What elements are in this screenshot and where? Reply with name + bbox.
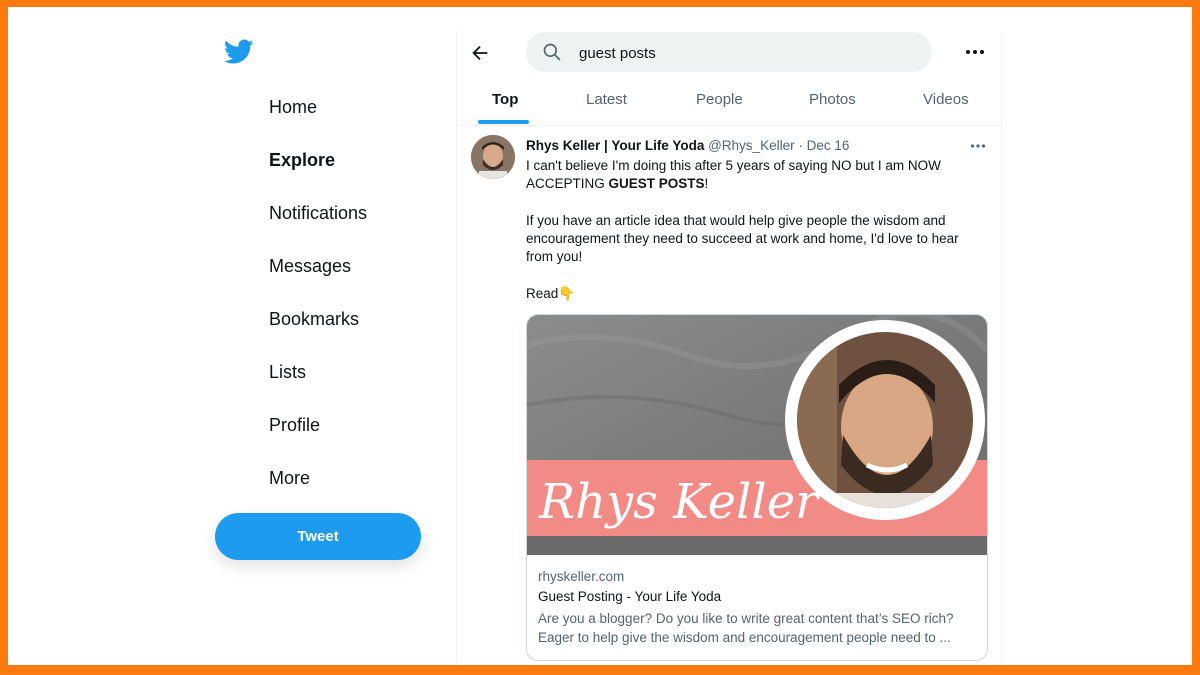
search-icon <box>543 43 561 61</box>
pointing-down-emoji: 👇 <box>558 286 576 302</box>
search-bar[interactable] <box>526 32 932 72</box>
tabs-divider <box>457 125 1001 126</box>
tab-videos[interactable]: Videos <box>923 91 969 108</box>
active-tab-indicator <box>478 120 529 124</box>
tweet-text-line1-end: ! <box>704 176 709 192</box>
tweet-read-label: Read <box>526 286 559 302</box>
tweet-author-name[interactable]: Rhys Keller | Your Life Yoda <box>526 138 704 153</box>
tweet-meta-separator: · <box>794 138 807 153</box>
card-image-signature: Rhys Keller <box>538 474 821 530</box>
link-preview-card[interactable]: Rhys Keller rhyskeller.com Guest Posting… <box>526 314 988 661</box>
tweet-button[interactable]: Tweet <box>215 513 421 560</box>
tweet-read-line: Read👇 <box>526 285 981 303</box>
tweet-body: I can't believe I'm doing this after 5 y… <box>526 157 981 303</box>
nav-notifications[interactable]: Notifications <box>269 203 367 224</box>
tweet-paragraph: I can't believe I'm doing this after 5 y… <box>526 157 981 194</box>
search-input[interactable] <box>577 41 901 65</box>
tab-latest[interactable]: Latest <box>586 91 627 108</box>
nav-profile[interactable]: Profile <box>269 415 320 436</box>
back-arrow-icon[interactable] <box>469 42 491 64</box>
tweet-text-line1: I can't believe I'm doing this after 5 y… <box>526 158 941 192</box>
twitter-bird-icon[interactable] <box>224 39 254 65</box>
avatar[interactable] <box>471 135 515 179</box>
avatar-portrait-image <box>471 135 515 179</box>
tweet-date[interactable]: Dec 16 <box>807 138 850 153</box>
more-options-icon[interactable] <box>965 45 985 59</box>
tweet-header: Rhys Keller | Your Life Yoda @Rhys_Kelle… <box>526 138 849 153</box>
tab-people[interactable]: People <box>696 91 743 108</box>
tweet-more-icon[interactable] <box>970 141 986 151</box>
tab-top[interactable]: Top <box>492 91 518 108</box>
nav-lists[interactable]: Lists <box>269 362 306 383</box>
column-divider <box>1001 31 1002 665</box>
twitter-page: Home Explore Notifications Messages Book… <box>8 7 1192 665</box>
nav-bookmarks[interactable]: Bookmarks <box>269 309 359 330</box>
tab-photos[interactable]: Photos <box>809 91 856 108</box>
card-domain: rhyskeller.com <box>538 569 625 584</box>
nav-home[interactable]: Home <box>269 97 317 118</box>
orange-frame: Home Explore Notifications Messages Book… <box>0 0 1200 675</box>
card-description: Are you a blogger? Do you like to write … <box>538 611 954 645</box>
nav-more[interactable]: More <box>269 468 310 489</box>
tweet-paragraph-2: If you have an article idea that would h… <box>526 212 959 265</box>
nav-messages[interactable]: Messages <box>269 256 351 277</box>
sidebar: Home Explore Notifications Messages Book… <box>8 7 456 665</box>
tweet-author-handle[interactable]: @Rhys_Keller <box>708 138 794 153</box>
card-image: Rhys Keller <box>527 315 987 555</box>
nav-explore[interactable]: Explore <box>269 150 335 171</box>
tweet-text-bold: GUEST POSTS <box>608 176 705 192</box>
card-title: Guest Posting - Your Life Yoda <box>538 589 722 604</box>
column-divider <box>456 31 457 665</box>
